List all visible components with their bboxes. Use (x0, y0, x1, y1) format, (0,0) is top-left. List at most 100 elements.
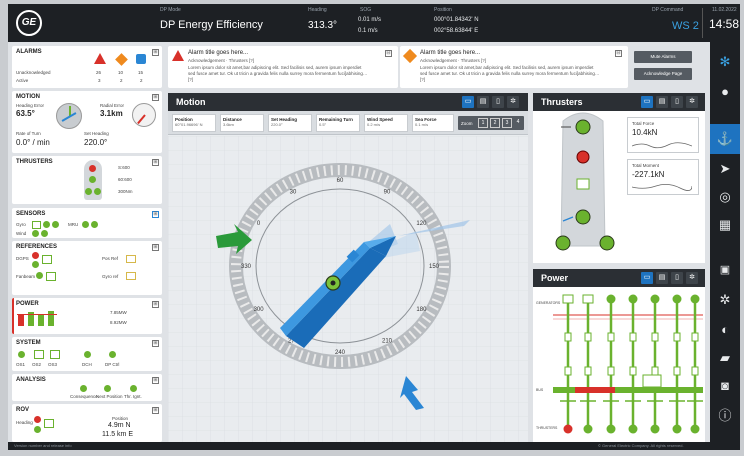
zoom-level-button[interactable]: 4 (513, 118, 523, 128)
compass-label: 330 (241, 264, 252, 270)
rov-panel[interactable]: ROV ⊞ Heading Position 4.9m N 11.5 km E (12, 404, 162, 442)
count: 2 (140, 78, 143, 83)
contrast-icon[interactable]: ◐ (715, 320, 735, 340)
settings-gear-icon[interactable]: ✻ (715, 52, 735, 72)
analysis-label: Next Position (96, 394, 123, 399)
dgps-label: DGPS (16, 256, 29, 261)
system-label: OS3 (48, 362, 58, 367)
references-panel[interactable]: REFERENCES ⊞ DGPS Pos Ref Fanbeam Gyro r… (12, 241, 162, 295)
expand-icon[interactable]: ⊞ (152, 301, 159, 308)
system-panel[interactable]: SYSTEM ⊞ OS1 OS2 OS3 DCH DP Ctrl (12, 337, 162, 371)
navigate-arrow-icon[interactable]: ➤ (715, 159, 735, 179)
position-label: Position (434, 7, 452, 13)
acknowledge-icon[interactable]: ⊟ (385, 50, 392, 57)
dp-command-label: DP Command (652, 7, 684, 13)
heading-error-value: 63.5° (16, 109, 35, 118)
breaker-box (651, 332, 659, 342)
thrusters-summary-panel[interactable]: THRUSTERS ⊞ S:600 60:600 300Nm (12, 156, 162, 204)
monitor-icon[interactable]: ▭ (462, 96, 474, 108)
tablet-icon[interactable]: ▯ (492, 96, 504, 108)
compass-label: 180 (416, 307, 427, 313)
zoom-level-button[interactable]: 2 (490, 118, 500, 128)
dp-mode-value[interactable]: DP Energy Efficiency (160, 19, 263, 31)
monitor-icon[interactable]: ▭ (641, 96, 653, 108)
settings-icon[interactable]: ✲ (507, 96, 519, 108)
footer-copyright: © General Electric Company. All rights r… (598, 443, 684, 448)
mute-alarms-button[interactable]: Mute Alarms (634, 51, 692, 63)
zoom-control[interactable]: Zoom 1 2 3 4 (458, 116, 524, 130)
zoom-level-button[interactable]: 1 (478, 118, 488, 128)
acknowledge-icon[interactable]: ⊟ (615, 50, 622, 57)
help-icon[interactable]: ⓘ (715, 406, 735, 426)
tablet-icon[interactable]: ▯ (671, 272, 683, 284)
breaker-box (629, 366, 637, 376)
total-force-card: Total Force 10.4kN (627, 117, 699, 153)
power-panel-title: Power (541, 273, 569, 283)
power-value: 7.85MW (110, 310, 127, 315)
expand-icon[interactable]: ⊞ (152, 244, 159, 251)
zoom-level-button[interactable]: 3 (502, 118, 512, 128)
power-single-line-diagram (553, 294, 703, 434)
generator-dot (672, 294, 682, 304)
user-icon[interactable]: ● (715, 82, 735, 102)
chat-icon[interactable]: ▰ (715, 348, 735, 368)
alarms-panel[interactable]: ALARMS ⊞ Unacknowledged Active 26 10 15 … (12, 46, 162, 88)
thrusters-header: Thrusters ▭ ▤ ▯ ✲ (533, 93, 705, 111)
expand-icon[interactable]: ⊞ (152, 159, 159, 166)
expand-icon[interactable]: ⊞ (152, 377, 159, 384)
motion-summary-panel[interactable]: MOTION ⊞ Heading Error 63.5° Radial Erro… (12, 91, 162, 153)
power-panel-icon[interactable]: ▦ (715, 215, 735, 235)
dp-command-value[interactable]: WS 2 (672, 20, 699, 32)
screenshot-icon[interactable]: ▣ (715, 260, 735, 280)
power-summary-panel[interactable]: POWER ⊞ 7.85MW 8.92MW (12, 298, 162, 334)
power-panel[interactable]: Power ▭ ▤ ▯ ✲ GENERATORS BUS THRUSTERS (533, 269, 705, 445)
settings-icon[interactable]: ✲ (686, 272, 698, 284)
thruster-settings-icon[interactable]: ◎ (715, 187, 735, 207)
rov-dot (34, 426, 41, 433)
analysis-dot (80, 385, 87, 392)
motion-info-bar: Position 60°01.96696' N Distance 3.6km Set… (168, 111, 528, 135)
rov-dot (34, 416, 41, 423)
motion-panel[interactable]: Motion ▭ ▤ ▯ ✲ Position 60°01.96696' N Di… (168, 93, 528, 445)
sensor-dot (91, 221, 98, 228)
alarm-warning-icon (115, 53, 128, 66)
motion-panel-title: Motion (176, 97, 206, 107)
layout-icon[interactable]: ▤ (477, 96, 489, 108)
thrusters-vessel-view (555, 112, 615, 251)
compass-label: 90 (384, 190, 391, 196)
anchor-icon[interactable]: ⚓ (715, 129, 735, 149)
reference-dot (32, 252, 39, 259)
analysis-label: Consequence (70, 394, 98, 399)
monitor-icon[interactable]: ▭ (641, 272, 653, 284)
camera-icon[interactable]: ◙ (715, 376, 735, 396)
alert-card[interactable]: Alarm title goes here... Acknowledgement… (400, 46, 628, 88)
breaker-box (651, 366, 659, 376)
fanbeam-label: Fanbeam (16, 274, 36, 279)
layout-icon[interactable]: ▤ (656, 96, 668, 108)
motion-3d-view[interactable]: 3003300306090120150180210240270 (168, 136, 528, 445)
alert-card[interactable]: Alarm title goes here... Acknowledgement… (168, 46, 398, 88)
sog-label: SOG (360, 7, 372, 13)
info-sea-force: Sea Force 0.1 m/s (412, 114, 454, 132)
layout-icon[interactable]: ▤ (656, 272, 668, 284)
acknowledge-page-button[interactable]: Acknowledge Page (634, 68, 692, 80)
sensors-panel[interactable]: SENSORS ⊞ Gyro MRU Wind (12, 208, 162, 238)
set-heading-value: 220.0° (84, 138, 108, 147)
expand-icon[interactable]: ⊞ (152, 407, 159, 414)
expand-icon[interactable]: ⊞ (152, 340, 159, 347)
expand-icon[interactable]: ⊞ (152, 94, 159, 101)
analysis-panel[interactable]: ANALYSIS ⊞ Consequence Next Position Thr… (12, 374, 162, 401)
thruster-mid (576, 178, 590, 190)
expand-icon[interactable]: ⊞ (152, 49, 159, 56)
thrusters-panel[interactable]: Thrusters ▭ ▤ ▯ ✲ Total Force 10.4kN Tot… (533, 93, 705, 263)
system-label: DCH (82, 362, 92, 367)
breaker-box (584, 366, 592, 376)
system-dot (18, 351, 25, 358)
motion-title: MOTION (16, 94, 40, 100)
settings-icon[interactable]: ✲ (686, 96, 698, 108)
gear-icon[interactable]: ✲ (715, 290, 735, 310)
thruster-consumer-dot (690, 424, 700, 434)
sensor-box (32, 221, 41, 229)
tablet-icon[interactable]: ▯ (671, 96, 683, 108)
expand-icon[interactable]: ⊞ (152, 211, 159, 218)
